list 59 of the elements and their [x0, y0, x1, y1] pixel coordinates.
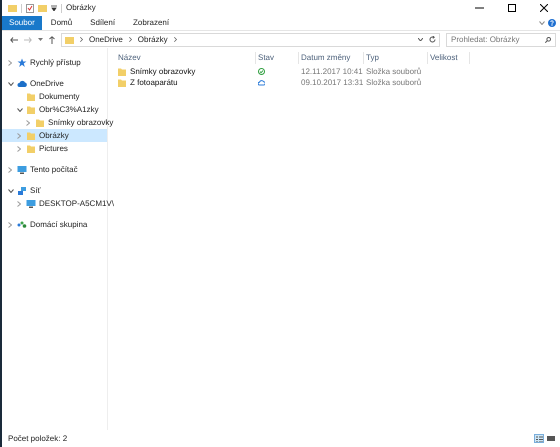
chevron-right-icon[interactable]: [174, 37, 177, 42]
search-field[interactable]: Prohledat: Obrázky: [446, 32, 556, 46]
type-cell: Složka souborů: [366, 78, 422, 86]
file-name[interactable]: Snímky obrazovky: [130, 66, 196, 78]
chevron-down-icon[interactable]: [17, 108, 23, 112]
ribbon-tab[interactable]: Sdílení: [81, 16, 124, 30]
chevron-down-icon[interactable]: [38, 38, 43, 41]
star-icon: [17, 58, 27, 68]
maximize-icon[interactable]: [508, 4, 516, 12]
help-icon[interactable]: [548, 19, 556, 27]
up-arrow-icon[interactable]: [49, 36, 55, 44]
close-icon[interactable]: [540, 4, 548, 12]
details-view-icon[interactable]: [534, 434, 544, 443]
date-cell: 09.10.2017 13:31: [301, 78, 364, 86]
column-header[interactable]: Velikost: [430, 52, 458, 64]
breadcrumb-item[interactable]: Obrázky: [138, 34, 168, 46]
chevron-down-icon[interactable]: [8, 82, 14, 86]
search-icon: [545, 36, 551, 42]
breadcrumb-item[interactable]: OneDrive: [89, 34, 123, 46]
homegroup-icon: [17, 220, 27, 230]
status-text: Počet položek: 2: [8, 432, 68, 444]
tree-item[interactable]: Obr%C3%A1zky: [2, 103, 107, 116]
tree-item[interactable]: Domácí skupina: [2, 218, 107, 231]
chevron-down-icon[interactable]: [418, 38, 423, 41]
chevron-down-icon[interactable]: [8, 188, 14, 192]
tree-item[interactable]: Dokumenty: [2, 90, 107, 103]
ribbon-tab[interactable]: Zobrazení: [124, 16, 178, 30]
tree-item[interactable]: Rychlý přístup: [2, 56, 107, 69]
tree-item[interactable]: Síť: [2, 184, 107, 197]
folder-icon: [65, 36, 74, 44]
ribbon-tab[interactable]: Soubor: [2, 16, 42, 30]
chevron-down-icon[interactable]: [539, 21, 545, 25]
date-cell: 12.11.2017 10:41: [301, 66, 363, 76]
tree-item[interactable]: Tento počítač: [2, 163, 107, 176]
refresh-icon[interactable]: [429, 36, 436, 43]
chevron-right-icon[interactable]: [128, 37, 132, 42]
cloud-icon: [17, 78, 27, 88]
ribbon-tab[interactable]: Domů: [42, 16, 82, 30]
type-cell: Složka souborů: [366, 66, 422, 76]
tree-item[interactable]: Snímky obrazovky: [2, 116, 114, 129]
column-header[interactable]: Název: [118, 52, 141, 64]
dropdown-icon[interactable]: [51, 5, 57, 11]
tree-item[interactable]: DESKTOP-A5CM1V\: [2, 197, 114, 210]
properties-icon[interactable]: [26, 4, 34, 12]
tree-item[interactable]: OneDrive: [2, 77, 107, 90]
network-icon: [17, 186, 27, 196]
column-header[interactable]: Stav: [258, 52, 274, 64]
window-title: Obrázky: [66, 2, 96, 14]
tree-item[interactable]: Pictures: [2, 142, 107, 155]
chevron-right-icon[interactable]: [80, 37, 83, 42]
large-icons-view-icon[interactable]: [546, 434, 556, 443]
computer-icon: [17, 164, 27, 174]
column-header[interactable]: Datum změny: [301, 52, 350, 64]
address-bar[interactable]: OneDrive Obrázky: [61, 32, 440, 46]
computer-icon: [26, 198, 36, 208]
tree-item[interactable]: Obrázky: [2, 129, 107, 142]
file-name[interactable]: Z fotoaparátu: [130, 76, 178, 88]
column-header[interactable]: Typ: [366, 52, 379, 64]
back-arrow-icon[interactable]: [10, 36, 18, 42]
